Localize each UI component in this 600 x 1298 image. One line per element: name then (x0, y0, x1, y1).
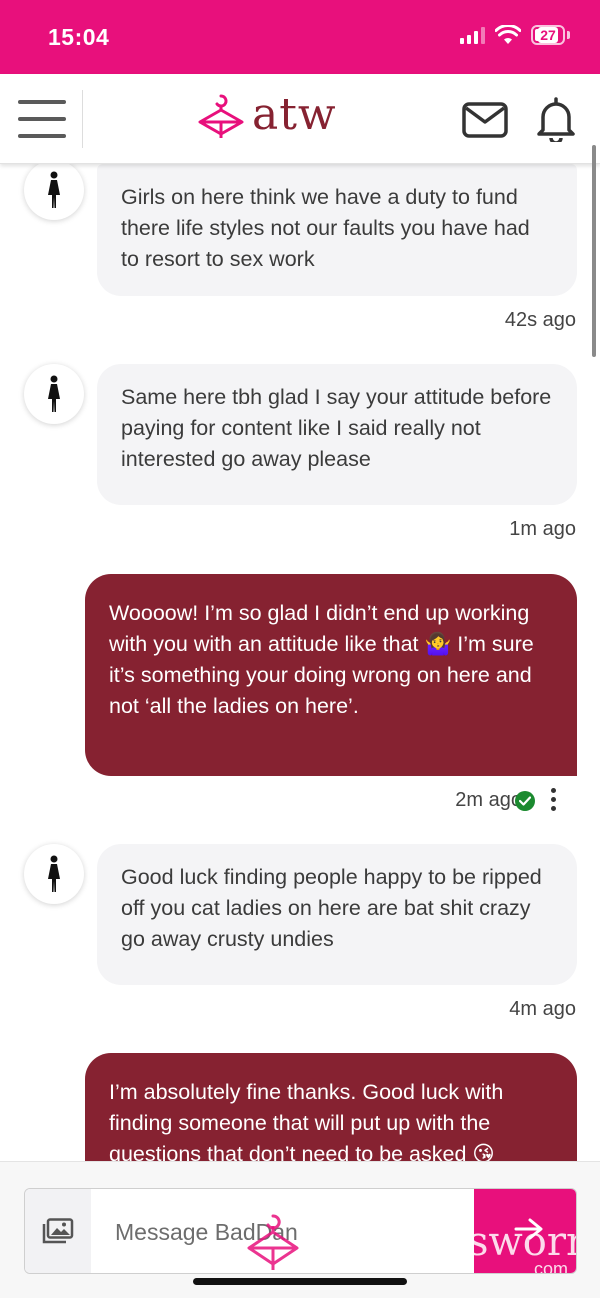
envelope-icon[interactable] (462, 102, 508, 138)
header-divider (82, 90, 83, 148)
battery-cap (567, 31, 570, 39)
hamburger-menu-icon[interactable] (18, 100, 66, 138)
signal-icon (460, 26, 485, 44)
message-bubble-incoming[interactable]: Good luck finding people happy to be rip… (97, 844, 577, 985)
send-button[interactable]: sworn com (474, 1189, 576, 1273)
battery-level: 27 (538, 27, 558, 43)
chat-thread[interactable]: Girls on here think we have a duty to fu… (0, 164, 600, 1161)
message-time: 42s ago (504, 309, 576, 331)
message-time: 4m ago (509, 998, 576, 1020)
person-silhouette-icon (48, 855, 60, 892)
message-bubble-outgoing[interactable]: Woooow! I’m so glad I didn’t end up work… (85, 574, 577, 776)
home-indicator (193, 1278, 407, 1285)
hanger-logo-icon (198, 94, 244, 138)
avatar[interactable] (24, 844, 84, 904)
image-gallery-icon[interactable] (25, 1189, 91, 1273)
message-bubble-outgoing[interactable]: I’m absolutely fine thanks. Good luck wi… (85, 1053, 577, 1161)
status-icons: 27 (460, 25, 570, 45)
send-arrow-icon (514, 1218, 543, 1240)
battery-icon: 27 (531, 25, 565, 45)
avatar[interactable] (24, 164, 84, 220)
kebab-menu-icon[interactable] (551, 788, 557, 811)
person-silhouette-icon (48, 171, 60, 208)
watermark-hanger-icon (247, 1214, 299, 1270)
logo-text: atw (252, 89, 337, 140)
scrollbar[interactable] (592, 145, 596, 357)
avatar[interactable] (24, 364, 84, 424)
status-bar: 15:04 27 (0, 0, 600, 74)
person-silhouette-icon (48, 375, 60, 412)
wifi-icon (495, 25, 521, 44)
bell-icon[interactable] (535, 96, 577, 142)
watermark-subtext: com (534, 1259, 569, 1273)
message-time: 1m ago (509, 518, 576, 540)
message-bubble-incoming[interactable]: Same here tbh glad I say your attitude b… (97, 364, 577, 505)
message-bubble-incoming[interactable]: Girls on here think we have a duty to fu… (97, 164, 577, 296)
logo[interactable]: atw (196, 92, 337, 138)
app-header: atw (0, 74, 600, 164)
status-time: 15:04 (48, 24, 110, 50)
check-circle-icon (515, 791, 535, 811)
message-time: 2m ago (455, 789, 522, 811)
